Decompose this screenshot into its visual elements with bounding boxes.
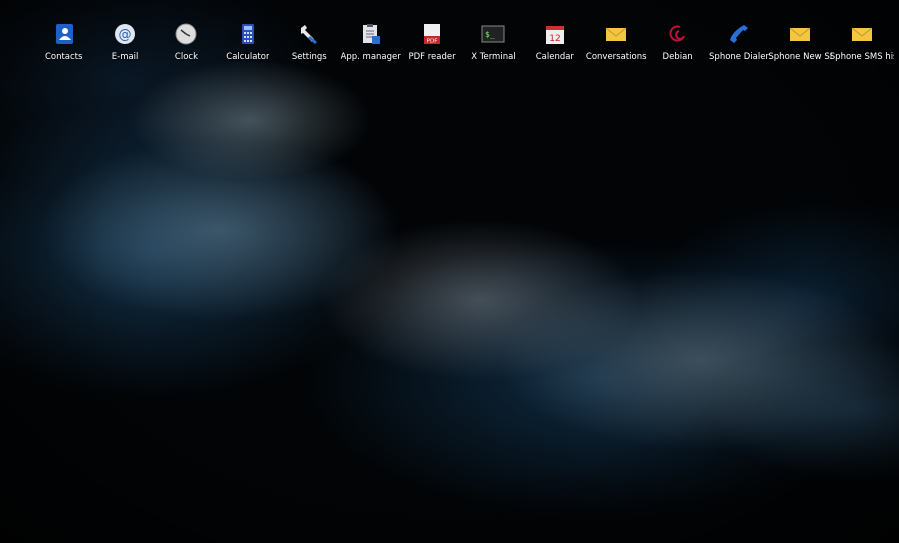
app-settings[interactable]: Settings	[279, 22, 340, 62]
app-label: Calculator	[226, 52, 270, 62]
svg-text:12: 12	[549, 34, 560, 44]
app-label: App. manager	[340, 52, 401, 62]
app-label: Contacts	[44, 52, 83, 62]
envelope-icon	[604, 22, 628, 46]
app-calendar[interactable]: 12 Calendar	[524, 22, 585, 62]
app-label: Clock	[174, 52, 199, 62]
app-conversations[interactable]: Conversations	[586, 22, 647, 62]
svg-text:$_: $_	[485, 30, 495, 39]
app-email[interactable]: @ E-mail	[94, 22, 155, 62]
app-label: PDF reader	[408, 52, 456, 62]
app-clock[interactable]: Clock	[156, 22, 217, 62]
email-icon: @	[113, 22, 137, 46]
clock-icon	[174, 22, 198, 46]
pdf-icon: PDF	[420, 22, 444, 46]
debian-swirl-icon	[666, 22, 690, 46]
phone-handset-icon	[727, 22, 751, 46]
envelope-icon	[788, 22, 812, 46]
app-sphone-sms-history[interactable]: Sphone SMS hist-	[829, 22, 894, 62]
app-launcher-row: Contacts @ E-mail Clock Calculator Setti…	[33, 22, 894, 62]
terminal-icon: $_	[481, 22, 505, 46]
svg-text:PDF: PDF	[427, 39, 438, 45]
app-label: Conversations	[585, 52, 647, 62]
app-label: Debian	[662, 52, 693, 62]
calculator-icon	[236, 22, 260, 46]
app-debian[interactable]: Debian	[647, 22, 708, 62]
calendar-icon: 12	[543, 22, 567, 46]
app-calculator[interactable]: Calculator	[217, 22, 278, 62]
svg-text:@: @	[119, 28, 132, 43]
app-label: Calendar	[535, 52, 574, 62]
app-pdf-reader[interactable]: PDF PDF reader	[401, 22, 462, 62]
app-sphone-dialer[interactable]: Sphone Dialer	[708, 22, 769, 62]
app-label: Sphone SMS hist-	[829, 52, 894, 62]
app-x-terminal[interactable]: $_ X Terminal	[463, 22, 524, 62]
wrench-icon	[297, 22, 321, 46]
app-contacts[interactable]: Contacts	[33, 22, 94, 62]
envelope-icon	[850, 22, 874, 46]
app-label: X Terminal	[471, 52, 516, 62]
app-label: Sphone New SM-	[768, 52, 832, 62]
wallpaper-vignette	[0, 0, 899, 543]
app-label: E-mail	[111, 52, 139, 62]
clipboard-icon	[359, 22, 383, 46]
app-app-manager[interactable]: App. manager	[340, 22, 401, 62]
app-sphone-new-sms[interactable]: Sphone New SM-	[768, 22, 832, 62]
app-label: Sphone Dialer	[709, 52, 769, 62]
contacts-icon	[52, 22, 76, 46]
app-label: Settings	[291, 52, 327, 62]
